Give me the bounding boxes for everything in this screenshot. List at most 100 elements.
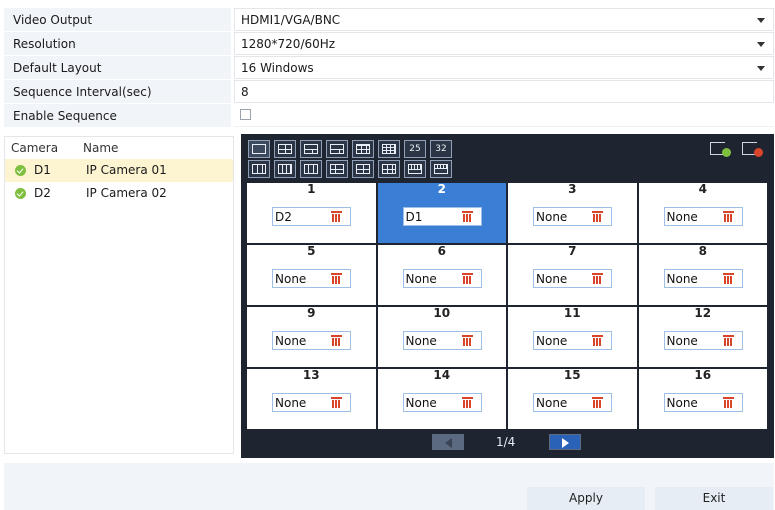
layout-1-icon [252,144,266,154]
trash-icon[interactable] [331,273,342,285]
camera-name: IP Camera 02 [86,186,167,200]
window-channel-field[interactable]: None [663,207,743,226]
window-number: 15 [563,368,581,382]
video-output-value: HDMI1/VGA/BNC [241,13,341,27]
trash-icon[interactable] [592,397,603,409]
window-channel-field[interactable]: None [272,331,351,350]
window-channel-field[interactable]: None [663,331,743,350]
trash-icon[interactable] [592,335,603,347]
window-channel-field[interactable]: None [402,393,482,412]
trash-icon[interactable] [722,211,734,223]
layout-10-button[interactable] [352,160,374,178]
layout-32-button[interactable]: 32 [430,140,452,158]
window-cell-15[interactable]: 15 None [508,369,637,429]
layout-6-button[interactable] [300,140,322,158]
window-cell-13[interactable]: 13 None [247,369,376,429]
layout-25-button[interactable]: 25 [404,140,426,158]
window-cell-16[interactable]: 16 None [638,369,767,429]
window-cell-11[interactable]: 11 None [508,307,637,367]
camera-list-header: Camera Name [5,137,233,159]
window-channel-field[interactable]: D1 [402,207,482,226]
window-cell-6[interactable]: 6 None [377,245,506,305]
default-layout-select[interactable]: 16 Windows [234,56,774,79]
layout-button-row-1: 25 32 [248,140,452,158]
window-channel-field[interactable]: None [533,207,612,226]
enable-sequence-row: Enable Sequence [4,104,774,128]
camera-row-d2[interactable]: D2 IP Camera 02 [5,182,233,205]
window-cell-7[interactable]: 7 None [508,245,637,305]
window-channel-field[interactable]: None [402,331,482,350]
enable-sequence-field [234,104,774,127]
window-channel-value: D1 [405,210,423,224]
window-cell-8[interactable]: 8 None [638,244,767,305]
layout-14-button[interactable] [430,160,452,178]
trash-icon[interactable] [722,273,734,285]
window-cell-14[interactable]: 14 None [377,369,506,429]
window-cell-3[interactable]: 3 None [508,183,637,243]
trash-icon[interactable] [331,211,342,223]
layout-5-button[interactable] [300,160,322,178]
layout-1-button[interactable] [248,140,270,158]
window-channel-field[interactable]: D2 [272,207,351,226]
window-number: 8 [698,244,707,258]
add-window-icon[interactable] [710,141,732,157]
window-channel-value: None [405,272,437,286]
layout-4v-button[interactable] [274,160,296,178]
window-channel-field[interactable]: None [272,269,351,288]
window-cell-12[interactable]: 12 None [638,307,767,367]
online-status-icon [15,165,26,176]
window-cell-5[interactable]: 5 None [247,245,376,305]
window-channel-field[interactable]: None [402,269,482,288]
layout-16-button[interactable] [378,140,400,158]
trash-icon[interactable] [461,397,473,409]
previous-page-button[interactable] [432,434,464,450]
resolution-label: Resolution [4,32,231,55]
window-channel-field[interactable]: None [533,393,612,412]
window-channel-field[interactable]: None [272,393,351,412]
window-channel-field[interactable]: None [533,269,612,288]
trash-icon[interactable] [722,397,734,409]
layout-7-icon [330,164,344,174]
layout-25-label: 25 [409,144,421,154]
window-cell-2[interactable]: 2 D1 [377,183,506,243]
trash-icon[interactable] [592,211,603,223]
window-cell-9[interactable]: 9 None [247,307,376,367]
trash-icon[interactable] [331,397,342,409]
layout-8-button[interactable] [326,140,348,158]
trash-icon[interactable] [461,211,473,223]
sequence-interval-label: Sequence Interval(sec) [4,80,231,103]
window-channel-value: D2 [275,210,292,224]
trash-icon[interactable] [461,335,473,347]
layout-12-button[interactable] [378,160,400,178]
apply-button[interactable]: Apply [527,487,645,510]
layout-13-icon [408,164,422,174]
chevron-down-icon [757,66,765,71]
window-cell-4[interactable]: 4 None [638,183,767,243]
layout-4-button[interactable] [274,140,296,158]
trash-icon[interactable] [592,273,603,285]
sequence-interval-input[interactable]: 8 [234,80,774,103]
camera-row-d1[interactable]: D1 IP Camera 01 [5,159,233,182]
layout-10-icon [356,164,370,174]
window-number: 7 [568,244,577,258]
next-page-button[interactable] [549,434,581,450]
layout-9-button[interactable] [352,140,374,158]
window-grid: 1 D2 2 D1 3 None 4 None 5 None 6 None 7 None 8 N… [247,183,767,429]
window-cell-10[interactable]: 10 None [377,307,506,367]
trash-icon[interactable] [461,273,473,285]
remove-window-icon[interactable] [742,141,764,157]
layout-3-button[interactable] [248,160,270,178]
exit-button[interactable]: Exit [655,487,773,510]
resolution-select[interactable]: 1280*720/60Hz [234,32,774,55]
enable-sequence-checkbox[interactable] [240,109,251,120]
camera-id: D2 [34,186,51,200]
layout-7-button[interactable] [326,160,348,178]
window-channel-field[interactable]: None [663,269,743,288]
window-channel-field[interactable]: None [533,331,612,350]
video-output-select[interactable]: HDMI1/VGA/BNC [234,8,774,31]
trash-icon[interactable] [331,335,342,347]
window-cell-1[interactable]: 1 D2 [247,183,376,243]
layout-13-button[interactable] [404,160,426,178]
window-channel-field[interactable]: None [663,393,743,412]
trash-icon[interactable] [722,335,734,347]
